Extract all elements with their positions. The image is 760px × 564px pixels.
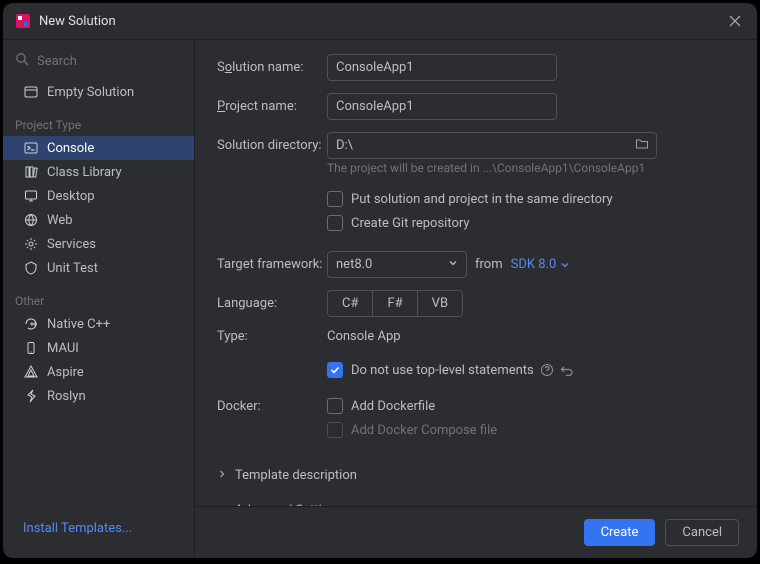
solution-dir-hint: The project will be created in ...\Conso… [327, 161, 735, 175]
toplevel-label: Do not use top-level statements [351, 363, 534, 378]
lang-csharp[interactable]: C# [328, 291, 373, 316]
cancel-button[interactable]: Cancel [665, 519, 739, 546]
dockercompose-checkbox [327, 422, 343, 438]
create-button[interactable]: Create [584, 519, 656, 546]
folder-browse-icon[interactable] [635, 137, 649, 155]
git-checkbox[interactable] [327, 215, 343, 231]
solution-name-input[interactable] [327, 54, 557, 81]
sidebar-item-label: Web [47, 213, 73, 228]
undo-icon[interactable] [560, 363, 574, 377]
search-input[interactable] [37, 54, 182, 69]
toplevel-checkbox[interactable] [327, 362, 343, 378]
sidebar-item-label: Unit Test [47, 261, 98, 276]
library-icon [23, 164, 39, 180]
sidebar-item-services[interactable]: Services [3, 232, 194, 256]
sidebar-item-class-library[interactable]: Class Library [3, 160, 194, 184]
project-name-input[interactable] [327, 93, 557, 120]
install-templates-link[interactable]: Install Templates... [3, 511, 194, 550]
dockerfile-label: Add Dockerfile [351, 399, 435, 414]
dockerfile-checkbox[interactable] [327, 398, 343, 414]
form: Solution name: Project name: Solution di… [195, 40, 757, 506]
chevron-right-icon [217, 468, 227, 483]
solution-dir-label: Solution directory: [217, 138, 327, 153]
web-icon [23, 212, 39, 228]
desktop-icon [23, 188, 39, 204]
main: Solution name: Project name: Solution di… [195, 40, 757, 558]
same-dir-label: Put solution and project in the same dir… [351, 192, 613, 207]
same-dir-checkbox[interactable] [327, 191, 343, 207]
sidebar-item-unit-test[interactable]: Unit Test [3, 256, 194, 280]
target-framework-label: Target framework: [217, 257, 327, 272]
type-value: Console App [327, 329, 401, 344]
section-header-project-type: Project Type [3, 104, 194, 136]
target-framework-value: net8.0 [336, 257, 372, 272]
sidebar-item-roslyn[interactable]: Roslyn [3, 384, 194, 408]
solution-icon [23, 84, 39, 100]
console-icon [23, 140, 39, 156]
sidebar-item-web[interactable]: Web [3, 208, 194, 232]
dockercompose-label: Add Docker Compose file [351, 423, 497, 438]
language-label: Language: [217, 296, 327, 311]
test-icon [23, 260, 39, 276]
maui-icon [23, 340, 39, 356]
sidebar-item-label: Services [47, 237, 96, 252]
sidebar-item-label: Roslyn [47, 389, 86, 404]
window-title: New Solution [39, 14, 725, 29]
lang-fsharp[interactable]: F# [373, 291, 417, 316]
advanced-settings-expander[interactable]: Advanced Settings [217, 493, 735, 506]
git-label: Create Git repository [351, 216, 470, 231]
sidebar-item-empty-solution[interactable]: Empty Solution [3, 80, 194, 104]
template-description-expander[interactable]: Template description [217, 458, 735, 493]
body: Empty Solution Project Type Console Clas… [3, 40, 757, 558]
services-icon [23, 236, 39, 252]
app-icon [15, 13, 31, 29]
new-solution-dialog: New Solution Empty Solution Project Type [3, 3, 757, 558]
roslyn-icon [23, 388, 39, 404]
help-icon[interactable] [540, 363, 554, 377]
sidebar-item-aspire[interactable]: Aspire [3, 360, 194, 384]
cpp-icon [23, 316, 39, 332]
template-description-label: Template description [235, 468, 357, 483]
titlebar: New Solution [3, 3, 757, 40]
sidebar-item-label: Native C++ [47, 317, 110, 332]
sidebar-item-label: Desktop [47, 189, 95, 204]
aspire-icon [23, 364, 39, 380]
type-label: Type: [217, 329, 327, 344]
sidebar: Empty Solution Project Type Console Clas… [3, 40, 195, 558]
language-group: C# F# VB [327, 290, 463, 317]
search-box[interactable] [3, 48, 194, 80]
sidebar-item-desktop[interactable]: Desktop [3, 184, 194, 208]
sidebar-item-label: Console [47, 141, 94, 156]
search-icon [15, 52, 29, 70]
sidebar-item-maui[interactable]: MAUI [3, 336, 194, 360]
sidebar-item-label: MAUI [47, 341, 79, 356]
sdk-link[interactable]: SDK 8.0 [511, 257, 571, 272]
sidebar-item-console[interactable]: Console [3, 136, 194, 160]
sidebar-item-label: Class Library [47, 165, 122, 180]
sidebar-item-label: Aspire [47, 365, 84, 380]
solution-name-label: Solution name: [217, 60, 327, 75]
sidebar-item-native-cpp[interactable]: Native C++ [3, 312, 194, 336]
project-name-label: Project name: [217, 99, 327, 114]
sidebar-item-label: Empty Solution [47, 85, 134, 100]
close-icon[interactable] [725, 11, 745, 31]
from-text: from [475, 257, 503, 272]
target-framework-select[interactable]: net8.0 [327, 251, 467, 278]
solution-dir-input[interactable] [327, 132, 657, 159]
footer: Create Cancel [195, 506, 757, 558]
section-header-other: Other [3, 280, 194, 312]
docker-label: Docker: [217, 399, 327, 414]
lang-vb[interactable]: VB [418, 291, 462, 316]
chevron-down-icon [448, 257, 458, 272]
